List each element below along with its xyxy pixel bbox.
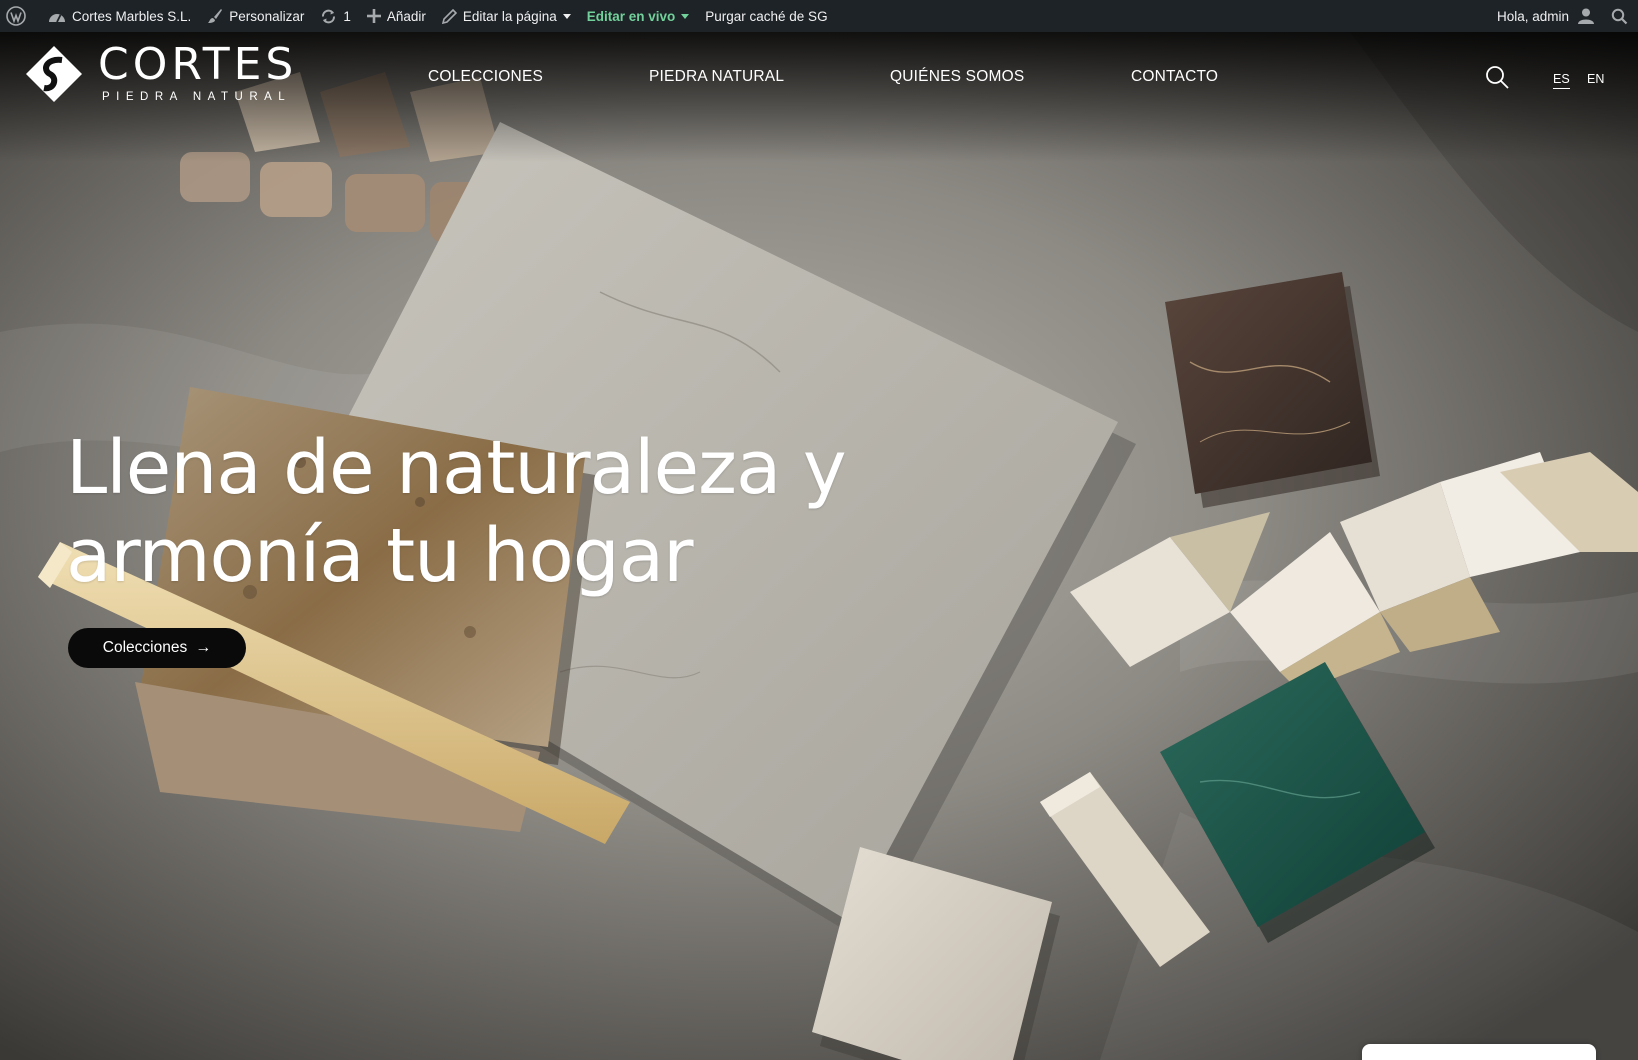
site-search-button[interactable] (1484, 64, 1510, 90)
lang-es[interactable]: ES (1553, 72, 1570, 89)
edit-live-link[interactable]: Editar en vivo (579, 0, 698, 32)
refresh-icon (322, 9, 336, 23)
site-logo[interactable]: CORTES PIEDRA NATURAL (24, 39, 298, 104)
nav-item-quienes-somos[interactable]: QUIÉNES SOMOS (890, 68, 1024, 86)
my-account-link[interactable]: Hola, admin (1489, 0, 1603, 32)
chevron-down-icon (562, 13, 571, 19)
cortes-logo-icon (26, 46, 82, 102)
hero-headline-line1: Llena de naturaleza y (66, 425, 847, 511)
edit-live-label: Editar en vivo (586, 8, 676, 24)
nav-item-colecciones[interactable]: COLECCIONES (428, 68, 543, 86)
nav-item-contacto[interactable]: CONTACTO (1131, 68, 1218, 86)
plus-icon (366, 9, 381, 23)
edit-page-label: Editar la página (462, 8, 557, 24)
purge-cache-label: Purgar caché de SG (705, 8, 828, 24)
user-avatar-icon (1578, 8, 1594, 24)
add-new-link[interactable]: Añadir (359, 0, 434, 32)
greeting-label: Hola, admin (1496, 8, 1569, 24)
customize-label: Personalizar (229, 8, 305, 24)
logo-tagline: PIEDRA NATURAL (102, 91, 292, 103)
add-new-label: Añadir (386, 8, 426, 24)
colecciones-button[interactable]: Colecciones → (68, 628, 246, 668)
wp-admin-bar: Cortes Marbles S.L. Personalizar 1 Añadi… (0, 0, 1638, 32)
hero-headline: Llena de naturaleza y armonía tu hogar (66, 424, 866, 600)
cta-label: Colecciones (102, 639, 188, 656)
customize-link[interactable]: Personalizar (199, 0, 312, 32)
logo-brand: CORTES (98, 39, 298, 90)
logo-words: CORTES PIEDRA NATURAL (98, 39, 298, 104)
search-icon (1486, 66, 1509, 89)
site-name: Cortes Marbles S.L. (72, 8, 192, 24)
brush-icon (208, 9, 223, 23)
updates-count: 1 (343, 8, 351, 24)
lang-en[interactable]: EN (1587, 72, 1604, 86)
nav-item-piedra-natural[interactable]: PIEDRA NATURAL (649, 68, 784, 86)
search-icon (1611, 8, 1628, 24)
edit-page-link[interactable]: Editar la página (434, 0, 579, 32)
site-header: CORTES PIEDRA NATURAL COLECCIONES PIEDRA… (0, 32, 1638, 122)
floating-panel[interactable] (1362, 1044, 1596, 1060)
dashboard-icon (49, 14, 65, 23)
admin-search-button[interactable] (1603, 0, 1638, 32)
pencil-icon (441, 8, 457, 24)
purge-cache-link[interactable]: Purgar caché de SG (697, 0, 835, 32)
arrow-right-icon: → (195, 639, 212, 656)
hero-section: CORTES PIEDRA NATURAL COLECCIONES PIEDRA… (0, 32, 1638, 1060)
hero-headline-line2: armonía tu hogar (66, 513, 694, 599)
wordpress-logo-icon (6, 6, 26, 26)
wordpress-menu[interactable] (0, 0, 40, 32)
updates-link[interactable]: 1 (312, 0, 359, 32)
chevron-down-icon (681, 13, 690, 19)
site-name-link[interactable]: Cortes Marbles S.L. (40, 0, 199, 32)
